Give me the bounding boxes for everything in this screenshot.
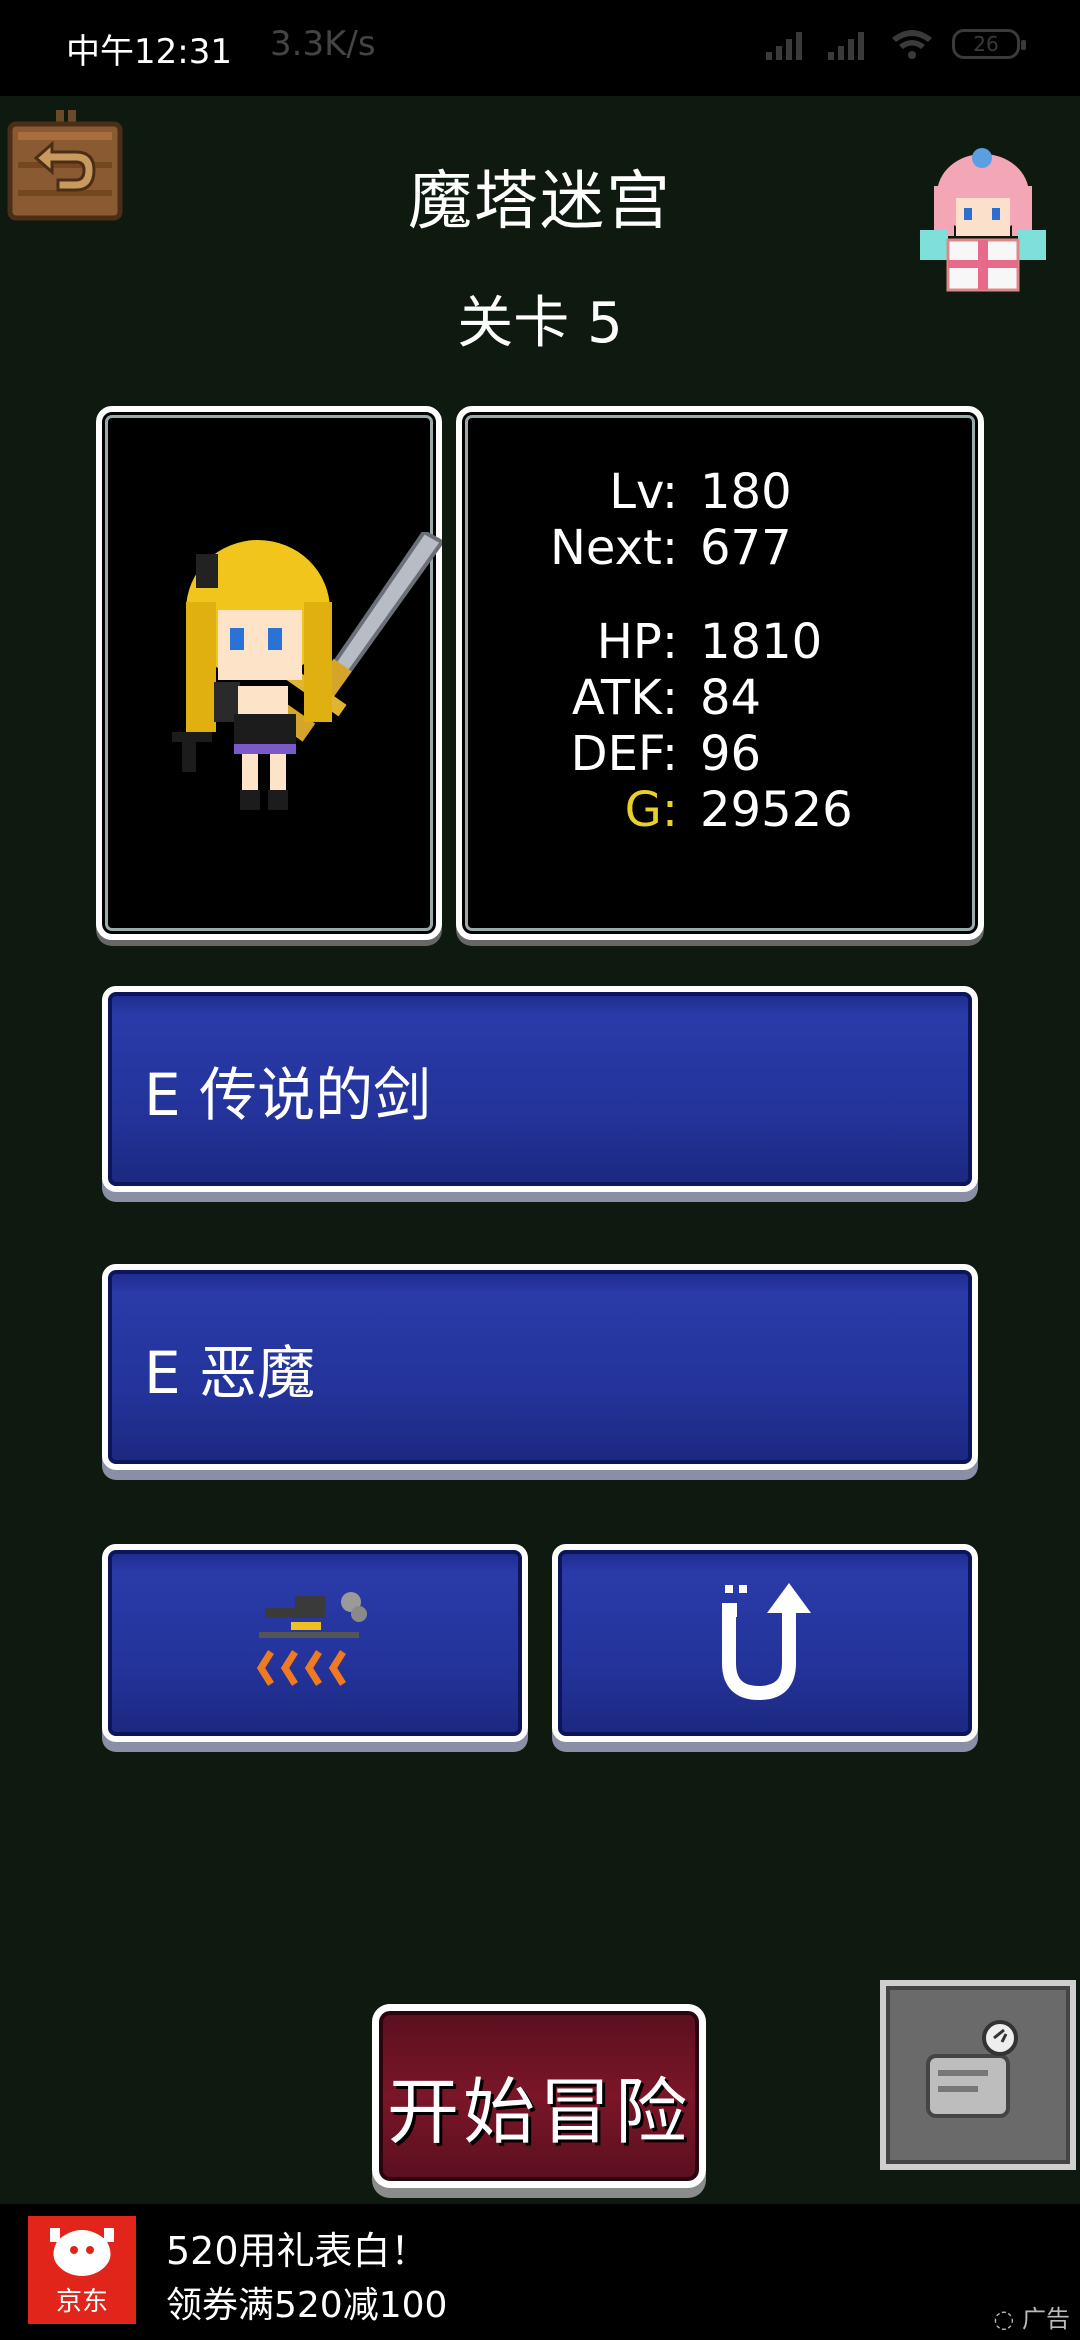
stat-label: Lv: (609, 464, 678, 520)
hero-sprite-icon (172, 532, 442, 810)
stat-label: G: (624, 782, 678, 838)
ad-info-icon: ◌ (993, 2305, 1022, 2333)
armor-slot-button[interactable]: E 恶魔 (102, 1264, 978, 1470)
stat-value: 84 (700, 670, 762, 726)
scroll-icon (926, 2020, 1018, 2118)
stat-value: 180 (700, 464, 792, 520)
level-indicator: 关卡 5 (457, 291, 623, 356)
network-speed: 3.3K/s (270, 24, 376, 64)
ad-title: 520用礼表白！ (166, 2229, 429, 2273)
jd-logo: 京东 (28, 2216, 136, 2324)
anvil-fire-icon (256, 1592, 367, 1686)
magnet-arrow-icon (722, 1583, 811, 1701)
forge-button[interactable] (102, 1544, 528, 1742)
jd-logo-text: 京东 (55, 2287, 108, 2317)
signal-icon (828, 28, 872, 60)
stat-value: 96 (700, 726, 762, 782)
stat-label: ATK: (571, 670, 678, 726)
ad-tag-label: 广告 (1022, 2305, 1070, 2333)
wifi-icon (892, 30, 932, 59)
stat-label: Next: (550, 520, 678, 576)
status-bar: 中午12:31 3.3K/s 26 (0, 0, 1080, 96)
start-adventure-label: 开始冒险 (386, 2070, 691, 2154)
battery-icon: 26 (952, 29, 1026, 59)
status-icons: 26 (766, 28, 1026, 60)
start-adventure-button[interactable]: 开始冒险 (372, 2004, 706, 2188)
game-title: 魔塔迷宫 (408, 165, 672, 239)
stat-label: DEF: (570, 726, 678, 782)
weapon-slot-button[interactable]: E 传说的剑 (102, 986, 978, 1192)
weapon-label: E 传说的剑 (144, 1061, 432, 1129)
stat-label: HP: (596, 614, 678, 670)
stat-value: 677 (700, 520, 792, 576)
stat-value: 29526 (700, 782, 853, 838)
stats-panel: Lv: 180 Next: 677 HP: 1810 ATK: 84 DEF: … (456, 406, 984, 940)
stat-value: 1810 (700, 614, 823, 670)
character-portrait-panel (96, 406, 442, 940)
ad-banner[interactable]: 京东 520用礼表白！ 领券满520减100 ◌ 广告 (0, 2204, 1080, 2340)
ad-tag: ◌ 广告 (993, 2299, 1070, 2334)
gift-girl-icon[interactable] (920, 146, 1046, 292)
magnet-button[interactable] (552, 1544, 978, 1742)
armor-label: E 恶魔 (144, 1339, 316, 1407)
status-time: 中午12:31 (66, 32, 232, 72)
scroll-map-button[interactable] (880, 1980, 1076, 2170)
signal-icon (766, 28, 810, 60)
dog-mascot-icon (50, 2228, 114, 2276)
ad-subtitle: 领券满520减100 (166, 2285, 448, 2326)
